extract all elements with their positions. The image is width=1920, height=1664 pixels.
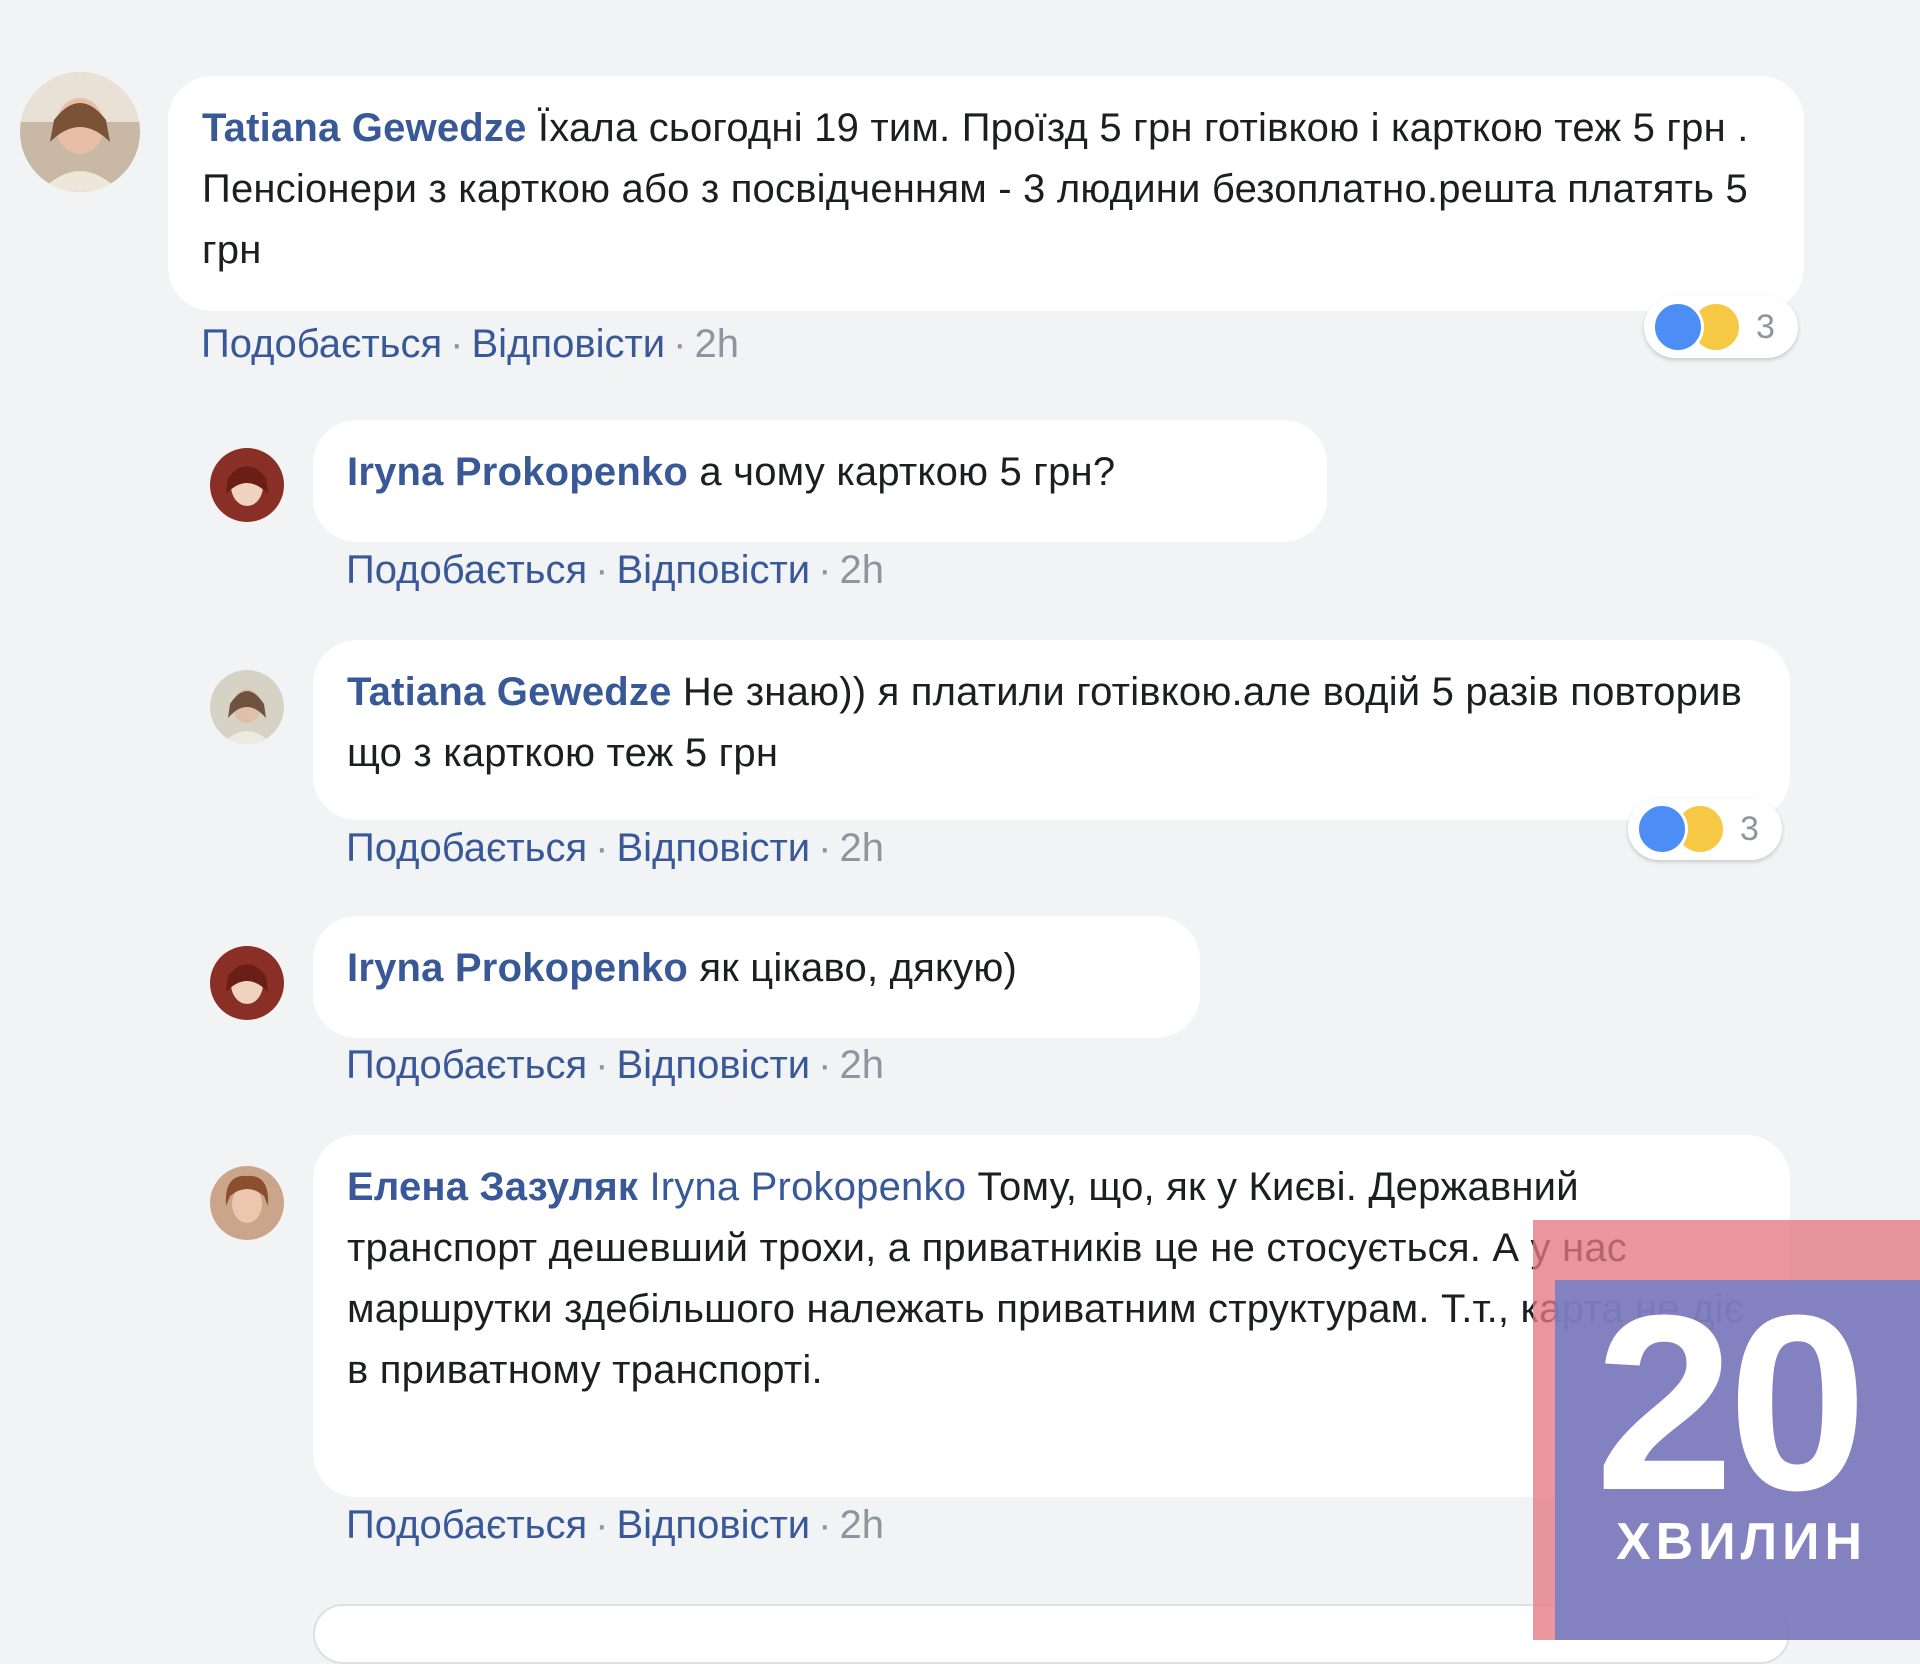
comment-bubble: Iryna Prokopenko а чому карткою 5 грн? bbox=[313, 420, 1327, 542]
like-reaction-icon bbox=[1636, 803, 1688, 855]
separator-dot: · bbox=[595, 548, 609, 592]
like-link[interactable]: Подобається bbox=[201, 322, 442, 366]
separator-dot: · bbox=[450, 322, 464, 366]
reply-link[interactable]: Відповісти bbox=[617, 1503, 811, 1547]
separator-dot: · bbox=[818, 826, 832, 870]
reactions-summary[interactable]: 3 bbox=[1628, 798, 1782, 860]
separator-dot: · bbox=[818, 1043, 832, 1087]
comment-actions: Подобається · Відповісти · 2h bbox=[346, 548, 884, 593]
comment-author[interactable]: Iryna Prokopenko bbox=[347, 946, 688, 990]
reactions-count: 3 bbox=[1740, 809, 1759, 848]
comment-author[interactable]: Tatiana Gewedze bbox=[347, 670, 672, 714]
comment-actions: Подобається · Відповісти · 2h bbox=[346, 1043, 884, 1088]
comment-text: як цікаво, дякую) bbox=[699, 946, 1018, 990]
avatar[interactable] bbox=[210, 448, 284, 522]
avatar-photo bbox=[210, 670, 284, 744]
reply-link[interactable]: Відповісти bbox=[617, 1043, 811, 1087]
comment-time[interactable]: 2h bbox=[839, 548, 884, 592]
like-link[interactable]: Подобається bbox=[346, 548, 587, 592]
avatar[interactable] bbox=[210, 1166, 284, 1240]
mention-link[interactable]: Iryna Prokopenko bbox=[649, 1165, 966, 1209]
avatar-photo bbox=[210, 1166, 284, 1240]
watermark-word: ХВИЛИН bbox=[1616, 1513, 1868, 1571]
reply-link[interactable]: Відповісти bbox=[617, 826, 811, 870]
avatar-photo bbox=[210, 946, 284, 1020]
clipped-previous-reply-row bbox=[0, 0, 1920, 6]
avatar[interactable] bbox=[210, 670, 284, 744]
comment-time[interactable]: 2h bbox=[839, 826, 884, 870]
separator-dot: · bbox=[818, 548, 832, 592]
separator-dot: · bbox=[673, 322, 687, 366]
comment-bubble: Iryna Prokopenko як цікаво, дякую) bbox=[313, 916, 1200, 1038]
like-link[interactable]: Подобається bbox=[346, 1503, 587, 1547]
separator-dot: · bbox=[595, 826, 609, 870]
separator-dot: · bbox=[595, 1503, 609, 1547]
avatar[interactable] bbox=[20, 72, 140, 192]
reply-link[interactable]: Відповісти bbox=[617, 548, 811, 592]
reactions-count: 3 bbox=[1756, 307, 1775, 346]
comment-text: а чому карткою 5 грн? bbox=[699, 450, 1116, 494]
avatar-photo bbox=[20, 72, 140, 192]
comment-actions: Подобається · Відповісти · 2h bbox=[346, 1503, 884, 1548]
watermark-number: 20 bbox=[1595, 1263, 1867, 1542]
comment-time[interactable]: 2h bbox=[694, 322, 739, 366]
reactions-summary[interactable]: 3 bbox=[1644, 296, 1798, 358]
avatar[interactable] bbox=[210, 946, 284, 1020]
like-reaction-icon bbox=[1652, 301, 1704, 353]
comment-author[interactable]: Iryna Prokopenko bbox=[347, 450, 688, 494]
comment-author[interactable]: Tatiana Gewedze bbox=[202, 106, 527, 150]
avatar-photo bbox=[210, 448, 284, 522]
like-link[interactable]: Подобається bbox=[346, 1043, 587, 1087]
comment-bubble: Tatiana Gewedze Не знаю)) я платили готі… bbox=[313, 640, 1790, 820]
separator-dot: · bbox=[818, 1503, 832, 1547]
separator-dot: · bbox=[595, 1043, 609, 1087]
comment-actions: Подобається · Відповісти · 2h bbox=[201, 322, 739, 367]
comment-time[interactable]: 2h bbox=[839, 1503, 884, 1547]
comment-author[interactable]: Елена Зазуляк bbox=[347, 1165, 638, 1209]
reply-link[interactable]: Відповісти bbox=[472, 322, 666, 366]
like-link[interactable]: Подобається bbox=[346, 826, 587, 870]
comment-bubble: Tatiana Gewedze Їхала сьогодні 19 тим. П… bbox=[168, 76, 1804, 311]
comment-actions: Подобається · Відповісти · 2h bbox=[346, 826, 884, 871]
comment-time[interactable]: 2h bbox=[839, 1043, 884, 1087]
